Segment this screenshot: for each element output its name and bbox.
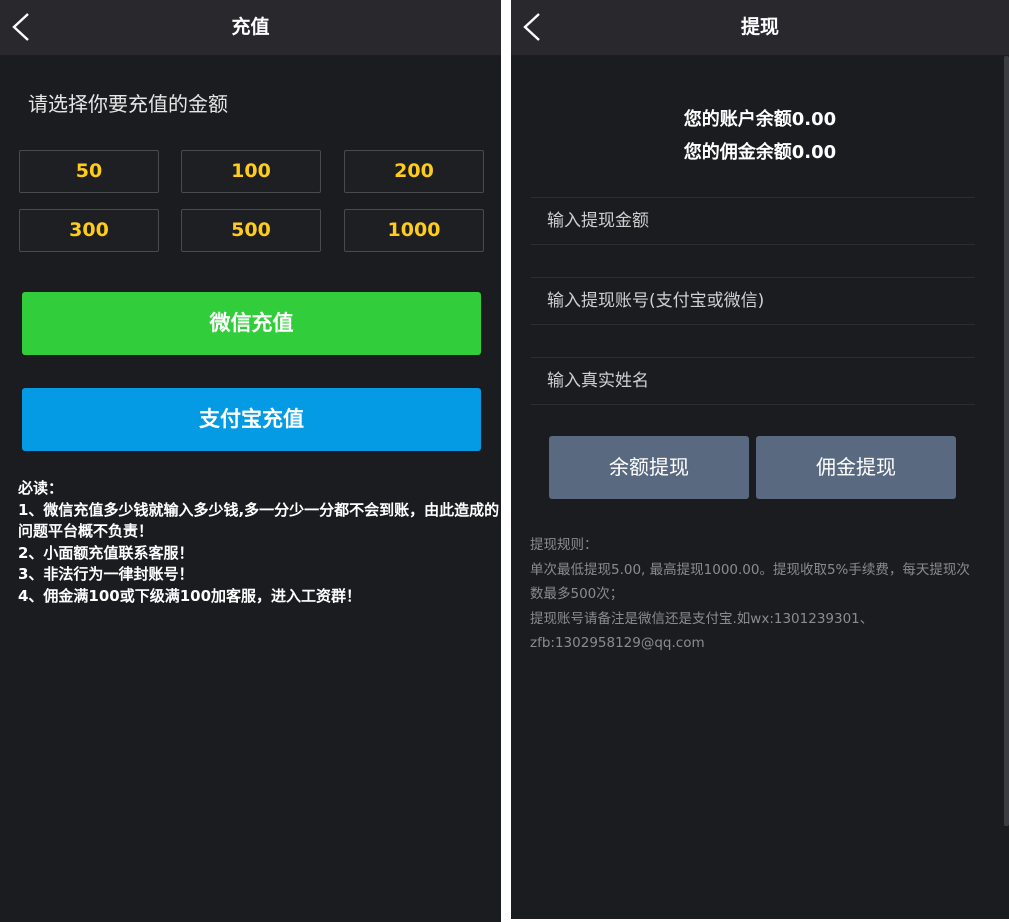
alipay-recharge-button[interactable]: 支付宝充值 <box>22 388 481 451</box>
withdraw-header: 提现 <box>511 0 1009 56</box>
balance-withdraw-button[interactable]: 余额提现 <box>549 436 749 499</box>
amount-option-1000[interactable]: 1000 <box>344 209 484 252</box>
amount-option-100[interactable]: 100 <box>181 150 321 193</box>
account-balance: 您的账户余额0.00 <box>683 109 837 130</box>
amount-prompt: 请选择你要充值的金额 <box>28 92 228 116</box>
withdraw-account-field[interactable] <box>531 277 975 325</box>
real-name-input[interactable] <box>531 358 975 404</box>
amount-option-50[interactable]: 50 <box>19 150 159 193</box>
withdraw-rules: 提现规则： 单次最低提现5.00, 最高提现1000.00。提现收取5%手续费，… <box>530 533 978 656</box>
notes-line: 3、非法行为一律封账号！ <box>18 565 194 583</box>
wechat-recharge-button[interactable]: 微信充值 <box>22 292 481 355</box>
amount-option-300[interactable]: 300 <box>19 209 159 252</box>
rules-line: 提现账号请备注是微信还是支付宝.如wx:1301239301、zfb:13029… <box>530 610 874 652</box>
amount-option-200[interactable]: 200 <box>344 150 484 193</box>
page-title: 充值 <box>231 16 270 38</box>
commission-balance: 您的佣金余额0.00 <box>683 142 837 163</box>
rules-heading: 提现规则： <box>530 537 598 553</box>
recharge-screen: 充值 请选择你要充值的金额 50 100 200 300 500 1000 微信… <box>0 0 501 922</box>
commission-withdraw-button[interactable]: 佣金提现 <box>756 436 956 499</box>
withdraw-screen: 提现 您的账户余额0.00 您的佣金余额0.00 余额提现 佣金提现 提现规则：… <box>511 0 1009 919</box>
recharge-header: 充值 <box>0 0 501 56</box>
withdraw-amount-field[interactable] <box>531 197 975 245</box>
withdraw-amount-input[interactable] <box>531 198 975 244</box>
amount-option-500[interactable]: 500 <box>181 209 321 252</box>
rules-line: 单次最低提现5.00, 最高提现1000.00。提现收取5%手续费，每天提现次数… <box>530 561 970 603</box>
withdraw-account-input[interactable] <box>531 278 975 324</box>
notes-line: 2、小面额充值联系客服！ <box>18 543 194 562</box>
notes-heading: 必读： <box>18 479 64 497</box>
real-name-field[interactable] <box>531 357 975 405</box>
recharge-notes: 必读： 1、微信充值多少钱就输入多少钱,多一分少一分都不会到账，由此造成的问题平… <box>18 478 501 607</box>
scrollbar[interactable] <box>1004 56 1009 826</box>
page-title: 提现 <box>740 16 779 38</box>
notes-line: 1、微信充值多少钱就输入多少钱,多一分少一分都不会到账，由此造成的问题平台概不负… <box>18 500 500 541</box>
notes-line: 4、佣金满100或下级满100加客服，进入工资群！ <box>18 586 362 605</box>
